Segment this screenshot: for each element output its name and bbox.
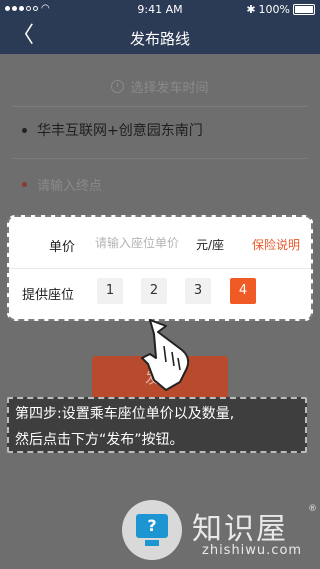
seat-option-3[interactable]: 3 <box>185 278 211 304</box>
battery-icon <box>293 4 315 15</box>
price-unit: 元/座 <box>196 238 225 252</box>
end-location-placeholder: 请输入终点 <box>37 179 103 194</box>
start-location[interactable]: 华丰互联网+创意园东南门 <box>22 120 203 140</box>
departure-time-placeholder: 选择发车时间 <box>130 80 209 96</box>
watermark-brand: 知识屋 <box>192 512 288 547</box>
clock-icon <box>111 79 125 93</box>
start-dot-icon <box>22 127 27 133</box>
seat-option-1[interactable]: 1 <box>97 278 123 304</box>
departure-time-picker[interactable]: 选择发车时间 <box>0 66 320 106</box>
watermark-url: zhishiwu.com <box>202 543 303 558</box>
status-bar: ◠ 9:41 AM ✱ 100% <box>0 0 320 20</box>
price-label: 单价 <box>49 240 76 255</box>
tip-line-2: 然后点击下方“发布”按钮。 <box>15 432 184 448</box>
status-right: ✱ 100% <box>246 3 315 16</box>
seat-settings-panel: 单价 元/座 保险说明 提供座位 1 2 3 4 <box>7 215 313 321</box>
bluetooth-icon: ✱ <box>246 3 256 16</box>
divider <box>12 106 308 107</box>
insurance-link[interactable]: 保险说明 <box>252 236 300 253</box>
watermark: ? 知识屋 ® zhishiwu.com <box>122 500 320 569</box>
tap-hand-icon <box>141 319 190 391</box>
nav-bar: 〈 发布路线 <box>0 20 320 54</box>
seats-label: 提供座位 <box>22 288 75 303</box>
start-location-text: 华丰互联网+创意园东南门 <box>37 123 203 139</box>
tip-box: 第四步:设置乘车座位单价以及数量, 然后点击下方“发布”按钮。 <box>7 397 307 453</box>
price-input[interactable] <box>95 233 195 253</box>
tip-line-1: 第四步:设置乘车座位单价以及数量, <box>15 406 235 422</box>
question-icon: ? <box>136 514 168 538</box>
page-title: 发布路线 <box>129 30 190 48</box>
seat-option-2[interactable]: 2 <box>141 278 167 304</box>
end-dot-icon <box>22 182 27 187</box>
monitor-stand-icon <box>145 540 159 546</box>
seat-option-4[interactable]: 4 <box>230 278 256 304</box>
divider <box>9 268 311 269</box>
battery-percent: 100% <box>258 3 290 16</box>
divider <box>12 158 308 159</box>
registered-mark: ® <box>308 504 317 514</box>
end-location-input[interactable]: 请输入终点 <box>22 175 102 194</box>
